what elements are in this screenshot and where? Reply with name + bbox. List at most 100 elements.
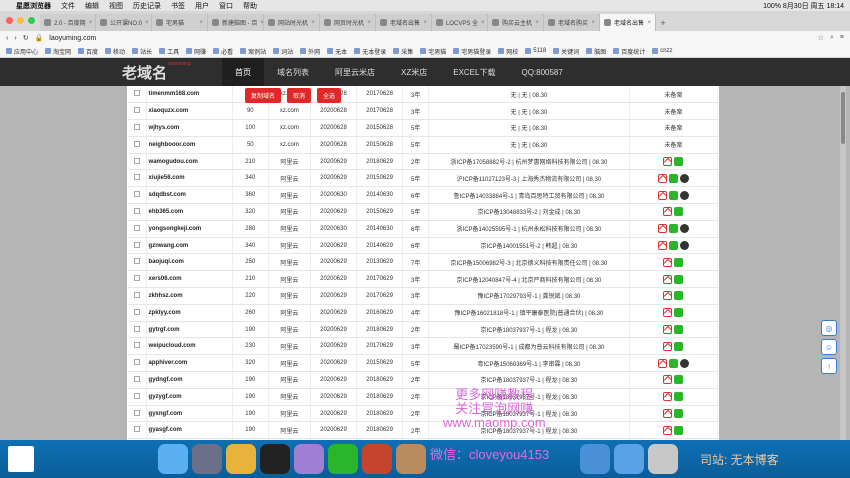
row-checkbox[interactable]	[133, 207, 140, 214]
row-checkbox[interactable]	[133, 359, 140, 366]
bookmark-item[interactable]: 工具	[159, 47, 179, 56]
bookmark-item[interactable]: 必看	[213, 47, 233, 56]
star-app-icon[interactable]	[226, 444, 256, 474]
home-icon[interactable]	[663, 392, 673, 402]
row-checkbox[interactable]	[133, 107, 140, 114]
zoom-window-icon[interactable]	[28, 17, 35, 24]
browser-tab[interactable]: 新建脑图 - 百 ×	[208, 14, 264, 31]
app-name[interactable]: 星愿浏览器	[16, 1, 51, 11]
row-checkbox[interactable]	[133, 342, 140, 349]
menu-file[interactable]: 文件	[61, 1, 75, 11]
site-nav-item[interactable]: XZ米店	[388, 58, 440, 86]
tab-close-icon[interactable]: ×	[311, 20, 315, 26]
wechat-share-icon[interactable]	[674, 409, 684, 419]
tab-close-icon[interactable]: ×	[647, 20, 651, 26]
finder-icon[interactable]	[158, 444, 188, 474]
domain-cell[interactable]: xers06.com	[146, 270, 233, 289]
row-checkbox[interactable]	[133, 140, 140, 147]
tab-close-icon[interactable]: ×	[199, 20, 203, 26]
table-row[interactable]: neighbooor.com 50 xz.com 20200628 20150628 5年…	[128, 136, 719, 154]
wechat-share-icon[interactable]	[674, 291, 684, 301]
home-icon[interactable]	[663, 425, 673, 435]
qrcode-icon[interactable]	[679, 224, 689, 234]
menu-help[interactable]: 帮助	[243, 1, 257, 11]
wechat-share-icon[interactable]	[668, 173, 678, 183]
domain-cell[interactable]: sdqdbst.com	[146, 186, 233, 205]
home-icon[interactable]	[663, 409, 673, 419]
bookmark-item[interactable]: 词站	[273, 47, 293, 56]
row-checkbox[interactable]	[133, 392, 140, 399]
home-icon[interactable]	[657, 173, 667, 183]
domain-cell[interactable]: gytrgf.com	[146, 321, 233, 339]
home-icon[interactable]	[657, 190, 667, 200]
reload-icon[interactable]: ↻	[23, 34, 29, 42]
tab-close-icon[interactable]: ×	[89, 20, 93, 26]
row-checkbox[interactable]	[133, 308, 140, 315]
downloads-icon[interactable]	[580, 444, 610, 474]
wechat-share-icon[interactable]	[674, 274, 684, 284]
site-nav-item[interactable]: EXCEL下载	[440, 58, 508, 86]
table-row[interactable]: zkhhsz.com 220 阿里云 20200629 20170629 3年 豫ICP备1…	[128, 287, 719, 305]
table-row[interactable]: gznwang.com 340 阿里云 20200629 20140629 6年 京ICP备…	[128, 237, 719, 255]
wechat-share-icon[interactable]	[674, 308, 684, 318]
wechat-share-icon[interactable]	[668, 358, 678, 368]
bookmark-item[interactable]: 移动	[105, 47, 125, 56]
wechat-share-icon[interactable]	[668, 190, 678, 200]
menu-history[interactable]: 历史记录	[133, 1, 161, 11]
home-icon[interactable]	[663, 257, 673, 267]
trash-icon[interactable]	[648, 444, 678, 474]
table-row[interactable]: wjhys.com 100 xz.com 20200628 20150628 5年无 | …	[128, 119, 719, 137]
launchpad-icon[interactable]	[192, 444, 222, 474]
wechat-share-icon[interactable]	[668, 224, 678, 234]
domain-cell[interactable]: gydngf.com	[146, 371, 233, 389]
site-nav-item[interactable]: QQ:800587	[508, 58, 575, 86]
minimize-window-icon[interactable]	[17, 17, 24, 24]
powerpoint-icon[interactable]	[362, 444, 392, 474]
select-all-button[interactable]: 全选	[317, 88, 342, 103]
close-window-icon[interactable]	[6, 17, 13, 24]
printer-icon[interactable]	[294, 444, 324, 474]
browser-tab[interactable]: LOCVPS 全 ×	[432, 14, 488, 31]
wechat-share-icon[interactable]	[668, 241, 678, 251]
tab-close-icon[interactable]: ×	[591, 20, 595, 26]
table-row[interactable]: gyzygf.com 190 阿里云 20200629 20180629 2年 京ICP备1…	[128, 388, 719, 406]
row-checkbox[interactable]	[133, 90, 140, 97]
wechat-share-icon[interactable]	[674, 157, 684, 167]
table-row[interactable]: apphiver.com 320 阿里云 20200629 20150629 5年 粤ICP…	[128, 354, 719, 373]
qrcode-icon[interactable]	[679, 358, 689, 368]
table-row[interactable]: zpktyy.com 260 阿里云 20200629 20160629 4年 豫ICP备1…	[128, 304, 719, 322]
bookmark-item[interactable]: 脑图	[586, 47, 606, 56]
row-checkbox[interactable]	[133, 409, 140, 416]
bookmark-item[interactable]: 无本	[327, 47, 347, 56]
bookmark-item[interactable]: 5118	[525, 48, 546, 54]
tab-close-icon[interactable]: ×	[535, 20, 539, 26]
contacts-icon[interactable]	[396, 444, 426, 474]
table-row[interactable]: xiujie56.com 340 阿里云 20200629 20150629 5年 沪ICP…	[128, 169, 719, 188]
domain-cell[interactable]: gznwang.com	[146, 237, 233, 255]
bookmark-item[interactable]: 采集	[393, 47, 413, 56]
site-logo[interactable]: 老域名	[122, 62, 167, 83]
bookmark-item[interactable]: 网赚	[186, 47, 206, 56]
tab-close-icon[interactable]: ×	[145, 20, 149, 26]
domain-cell[interactable]: zpktyy.com	[146, 304, 233, 322]
menu-user[interactable]: 用户	[195, 1, 209, 11]
browser-tab[interactable]: 老域名出售 ×	[600, 14, 656, 31]
table-row[interactable]: gyxngf.com 190 阿里云 20200629 20180629 2年 京ICP备1…	[128, 405, 719, 423]
wechat-share-icon[interactable]	[674, 425, 684, 435]
menu-window[interactable]: 窗口	[219, 1, 233, 11]
search-icon[interactable]: ⌕	[830, 34, 834, 42]
home-icon[interactable]	[663, 207, 673, 217]
domain-cell[interactable]: ehb365.com	[146, 203, 233, 221]
back-icon[interactable]: ‹	[6, 35, 8, 42]
wechat-share-icon[interactable]	[674, 257, 684, 267]
wechat-share-icon[interactable]	[674, 375, 684, 385]
wechat-share-icon[interactable]	[674, 207, 684, 217]
home-icon[interactable]	[663, 341, 673, 351]
qq-icon[interactable]: ◎	[821, 320, 837, 336]
row-checkbox[interactable]	[133, 123, 140, 130]
bookmark-item[interactable]: 站长	[132, 47, 152, 56]
domain-cell[interactable]: xiaoquzx.com	[146, 102, 233, 121]
person-icon[interactable]: ☺	[821, 339, 837, 355]
home-icon[interactable]	[663, 274, 673, 284]
table-row[interactable]: timenmm168.com320xz.com20200628201706283…	[128, 86, 719, 104]
